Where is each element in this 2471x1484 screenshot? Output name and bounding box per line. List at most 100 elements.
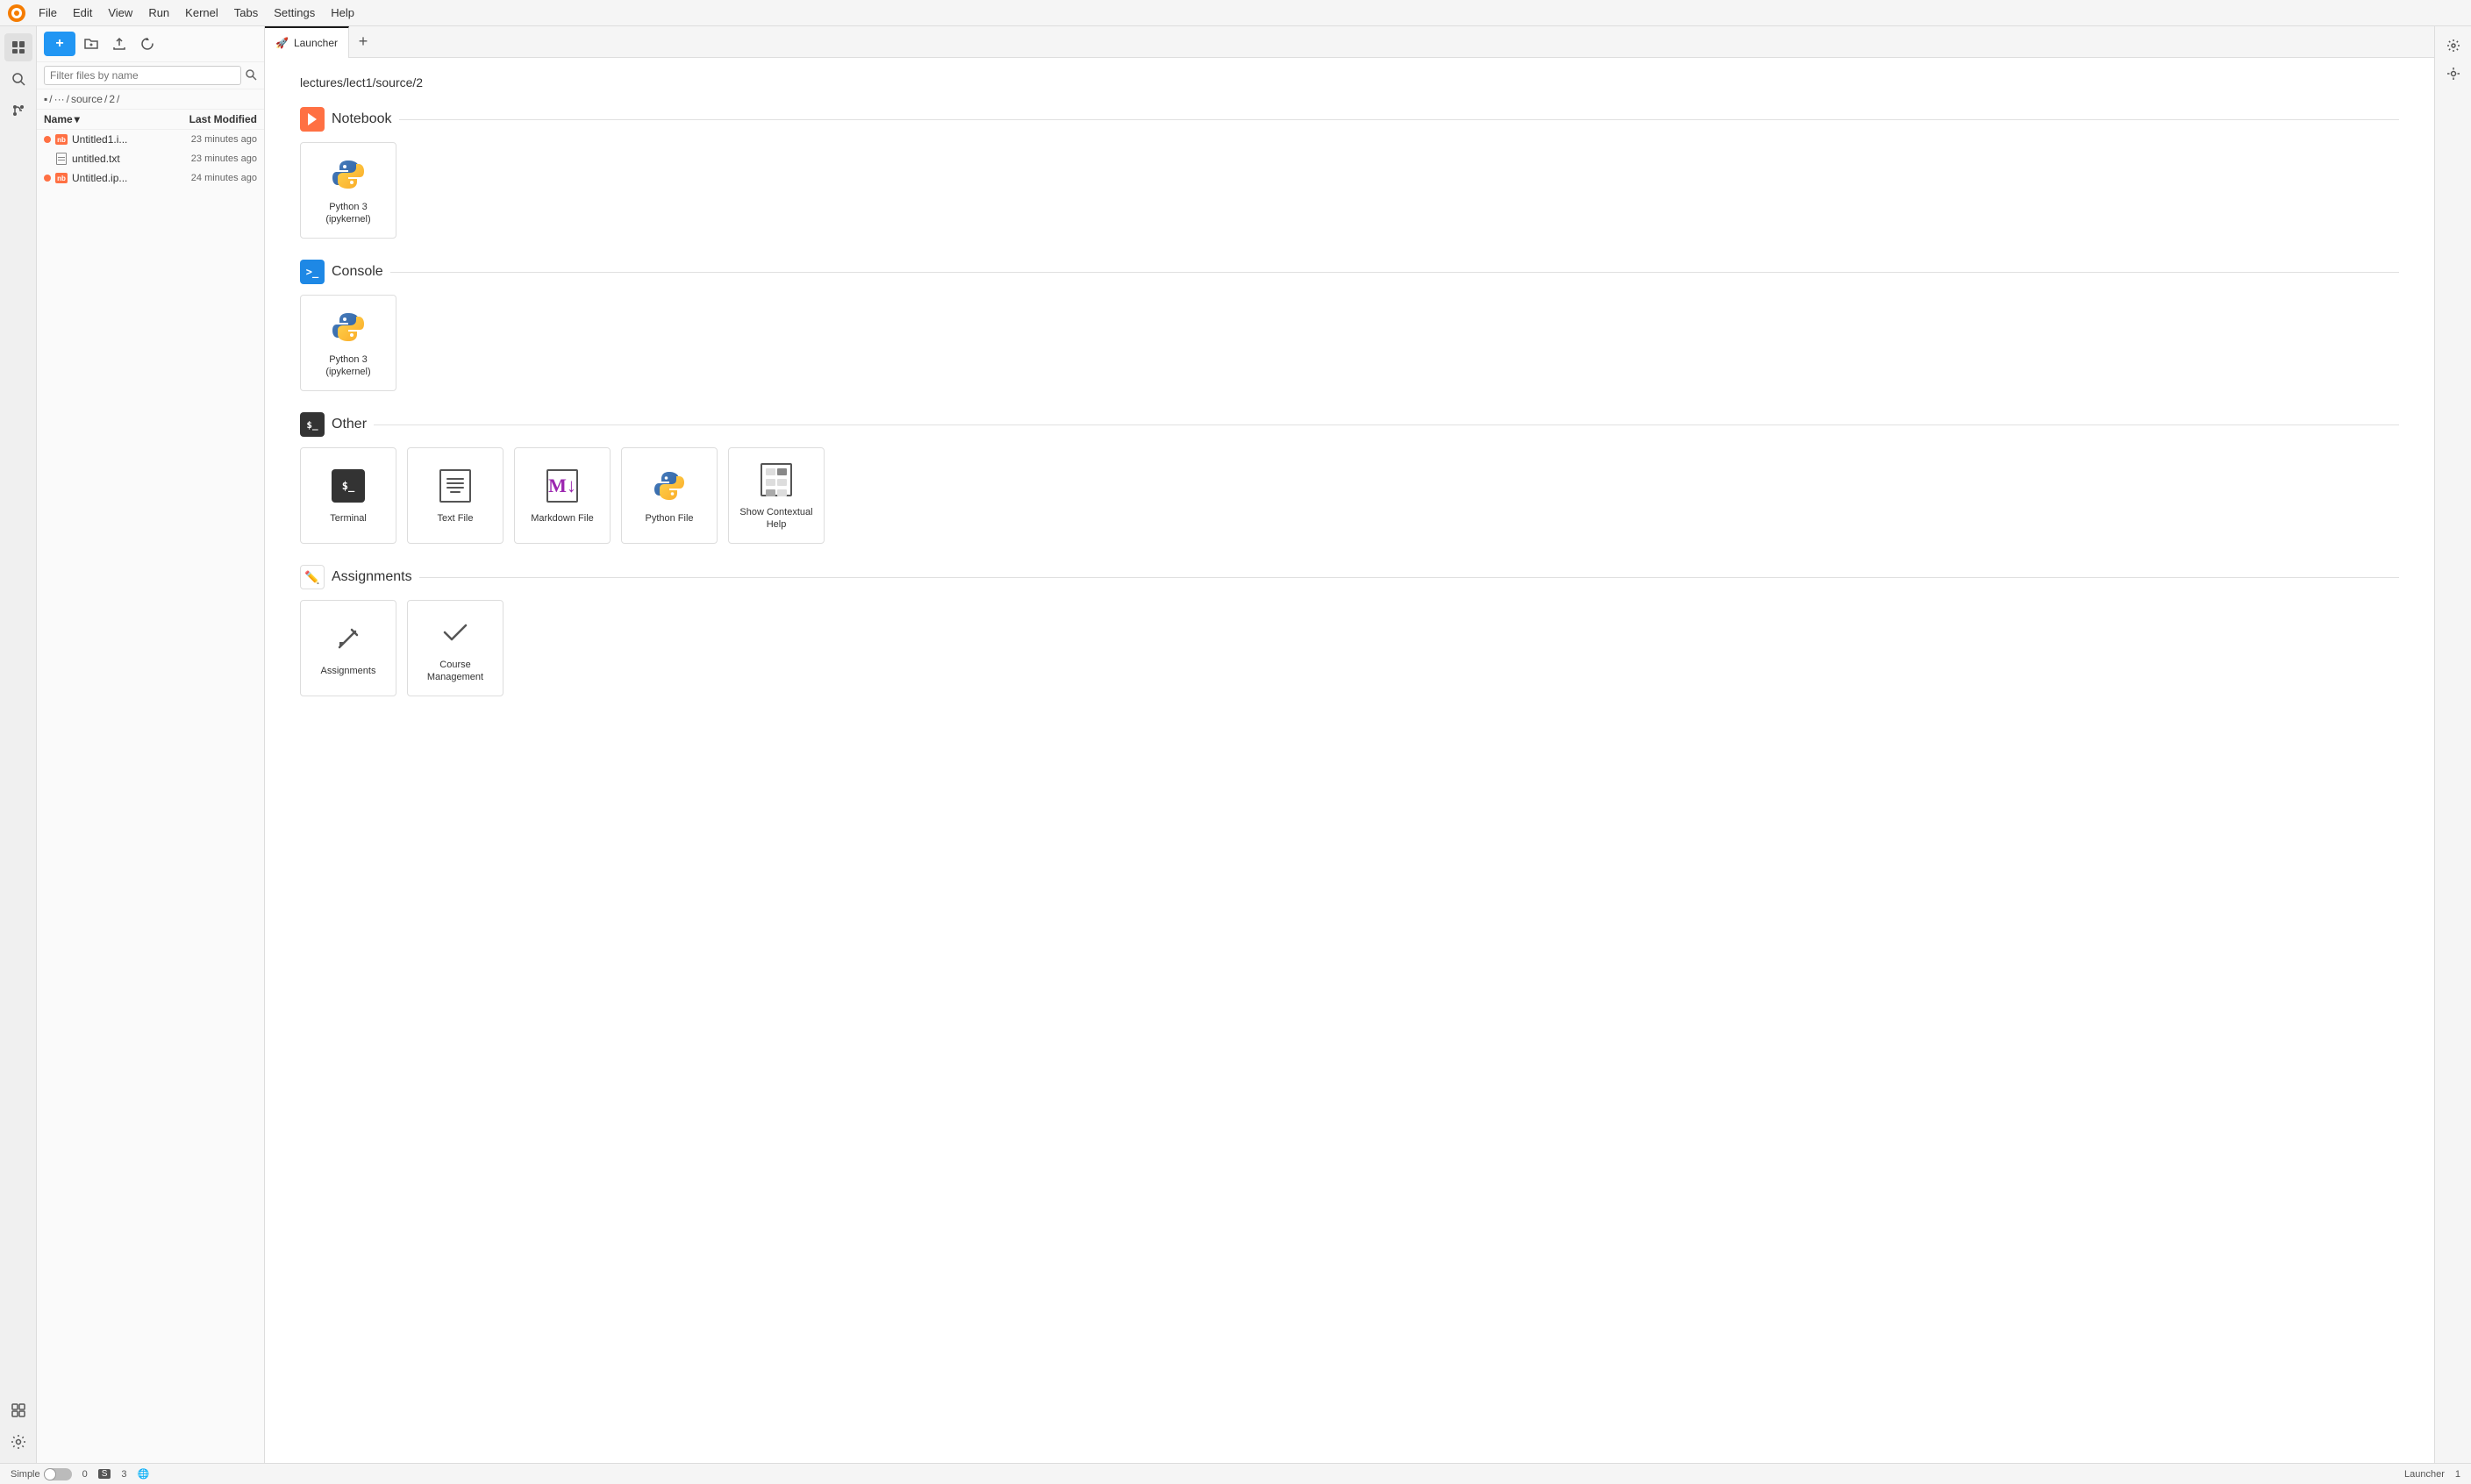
menu-edit[interactable]: Edit [66, 4, 99, 21]
menubar: File Edit View Run Kernel Tabs Settings … [0, 0, 2471, 26]
card-terminal[interactable]: $_ Terminal [300, 447, 396, 544]
statusbar-right: Launcher 1 [2404, 1469, 2460, 1480]
console-section-icon: >_ [300, 260, 325, 284]
section-assignments-title: Assignments [332, 569, 412, 585]
file-type-icon: nb [54, 132, 68, 146]
section-other: $_ Other $_ Terminal [300, 412, 2399, 544]
launcher-tab-icon: 🚀 [275, 37, 289, 49]
card-markdown[interactable]: M↓ Markdown File [514, 447, 611, 544]
new-folder-button[interactable] [79, 32, 104, 56]
card-python3-console[interactable]: Python 3 (ipykernel) [300, 295, 396, 391]
column-modified-header[interactable]: Last Modified [143, 113, 257, 125]
terminal-icon: $_ [329, 467, 368, 505]
menu-run[interactable]: Run [141, 4, 176, 21]
section-console-divider [390, 272, 2399, 273]
menu-file[interactable]: File [32, 4, 64, 21]
section-console-title: Console [332, 264, 383, 280]
file-type-icon: nb [54, 171, 68, 185]
main-layout: + [0, 26, 2471, 1463]
breadcrumb-ellipsis[interactable]: ··· [54, 93, 65, 105]
upload-button[interactable] [107, 32, 132, 56]
section-notebook: Notebook [300, 107, 2399, 239]
icon-files[interactable] [4, 33, 32, 61]
other-section-icon: $_ [300, 412, 325, 437]
section-notebook-header: Notebook [300, 107, 2399, 132]
menu-view[interactable]: View [101, 4, 139, 21]
icon-extensions[interactable] [4, 1396, 32, 1424]
statusbar-kernel-count: 3 [121, 1469, 126, 1480]
markdown-label: Markdown File [531, 512, 594, 524]
file-running-dot [44, 175, 51, 182]
section-console: >_ Console [300, 260, 2399, 391]
tab-bar: 🚀 Launcher + [265, 26, 2434, 58]
breadcrumb-sep2: / [67, 93, 69, 105]
breadcrumb-sep3: / [104, 93, 107, 105]
card-contexthelp[interactable]: Show Contextual Help [728, 447, 825, 544]
file-modified-label: 24 minutes ago [143, 173, 257, 183]
card-course-management[interactable]: Course Management [407, 600, 503, 696]
icon-bar [0, 26, 37, 1463]
search-bar [37, 62, 264, 89]
content-area: 🚀 Launcher + lectures/lect1/source/2 Not… [265, 26, 2434, 1463]
column-name-header[interactable]: Name ▾ [44, 113, 143, 125]
launcher-path: lectures/lect1/source/2 [300, 75, 2399, 89]
menu-tabs[interactable]: Tabs [227, 4, 265, 21]
menu-help[interactable]: Help [324, 4, 361, 21]
textfile-icon [436, 467, 475, 505]
app-logo [7, 4, 26, 23]
breadcrumb-folder-icon[interactable]: ▪ [44, 93, 47, 105]
launcher-panel: lectures/lect1/source/2 Notebook [265, 58, 2434, 1463]
sidebar-toolbar: + [37, 26, 264, 62]
right-panel-settings[interactable] [2441, 61, 2466, 86]
file-name-label: Untitled1.i... [72, 133, 139, 146]
icon-git[interactable] [4, 96, 32, 125]
statusbar-world-icon: 🌐 [138, 1468, 150, 1480]
notebook-card-grid: Python 3 (ipykernel) [300, 142, 2399, 239]
sidebar: + [37, 26, 265, 1463]
file-modified-label: 23 minutes ago [143, 134, 257, 145]
tab-add-button[interactable]: + [349, 26, 377, 58]
icon-search[interactable] [4, 65, 32, 93]
tab-launcher[interactable]: 🚀 Launcher [265, 26, 349, 58]
statusbar-kernel-badge[interactable]: S [98, 1469, 111, 1479]
simple-mode-label: Simple [11, 1469, 40, 1480]
card-python3-notebook[interactable]: Python 3 (ipykernel) [300, 142, 396, 239]
breadcrumb-2[interactable]: 2 [109, 93, 115, 105]
card-pythonfile[interactable]: Python File [621, 447, 718, 544]
simple-mode-toggle[interactable]: Simple [11, 1468, 72, 1480]
right-panel [2434, 26, 2471, 1463]
file-list-item[interactable]: nb Untitled1.i... 23 minutes ago [37, 130, 264, 149]
file-list-header: Name ▾ Last Modified [37, 110, 264, 130]
statusbar-cell-count: 0 [82, 1469, 88, 1480]
section-other-title: Other [332, 417, 367, 432]
search-submit-button[interactable] [245, 68, 257, 83]
python3-console-icon [329, 308, 368, 346]
file-list-item[interactable]: nb Untitled.ip... 24 minutes ago [37, 168, 264, 188]
assignments-section-icon: ✏️ [300, 565, 325, 589]
file-list-item[interactable]: untitled.txt23 minutes ago [37, 149, 264, 168]
breadcrumb-sep4: / [117, 93, 119, 105]
menu-kernel[interactable]: Kernel [178, 4, 225, 21]
card-assignments[interactable]: Assignments [300, 600, 396, 696]
section-assignments: ✏️ Assignments [300, 565, 2399, 696]
section-assignments-header: ✏️ Assignments [300, 565, 2399, 589]
assignments-card-icon [329, 619, 368, 658]
search-input[interactable] [44, 66, 241, 85]
contexthelp-icon [757, 460, 796, 499]
menu-settings[interactable]: Settings [267, 4, 322, 21]
right-panel-gear[interactable] [2441, 33, 2466, 58]
refresh-button[interactable] [135, 32, 160, 56]
file-name-label: Untitled.ip... [72, 172, 139, 184]
file-list: nbUntitled1.i...23 minutes agountitled.t… [37, 130, 264, 1463]
file-modified-label: 23 minutes ago [143, 153, 257, 164]
new-launcher-button[interactable]: + [44, 32, 75, 56]
pythonfile-label: Python File [645, 512, 693, 524]
tab-launcher-label: Launcher [294, 37, 338, 49]
file-running-dot [44, 136, 51, 143]
breadcrumb-source[interactable]: source [71, 93, 103, 105]
icon-settings[interactable] [4, 1428, 32, 1456]
section-assignments-divider [419, 577, 2399, 578]
statusbar: Simple 0 S 3 🌐 Launcher 1 [0, 1463, 2471, 1484]
section-notebook-divider [399, 119, 2400, 120]
card-textfile[interactable]: Text File [407, 447, 503, 544]
